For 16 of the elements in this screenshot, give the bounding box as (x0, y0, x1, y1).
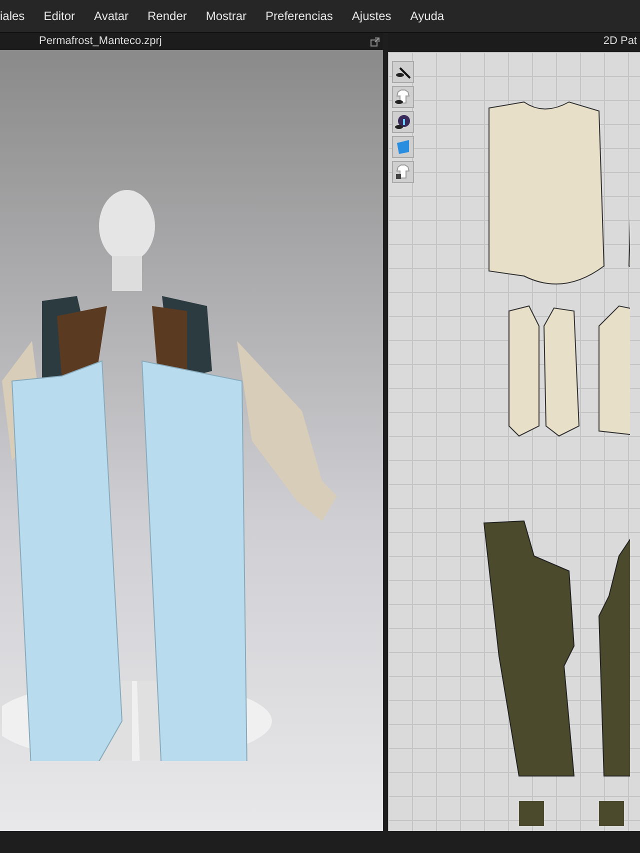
brush-eye-icon[interactable] (392, 61, 414, 83)
pattern-window-title: 2D Pat (603, 36, 637, 47)
menu-item[interactable]: Render (146, 7, 187, 25)
menu-item[interactable]: Preferencias (264, 7, 333, 25)
menu-item[interactable]: Mostrar (204, 7, 247, 25)
viewport-title: Permafrost_Manteco.zprj (39, 36, 162, 47)
info-eye-icon[interactable] (392, 111, 414, 133)
menu-item[interactable]: Ayuda (408, 7, 444, 25)
menu-item[interactable]: Avatar (92, 7, 129, 25)
menu-item[interactable]: Editor (42, 7, 76, 25)
menu-item[interactable]: Ajustes (350, 7, 392, 25)
fabric-tile-icon[interactable] (392, 136, 414, 158)
menu-item[interactable]: iales (0, 7, 25, 25)
shirt-eye-icon[interactable] (392, 86, 414, 108)
shirt-lock-icon[interactable] (392, 161, 414, 183)
popout-icon[interactable] (370, 36, 380, 46)
